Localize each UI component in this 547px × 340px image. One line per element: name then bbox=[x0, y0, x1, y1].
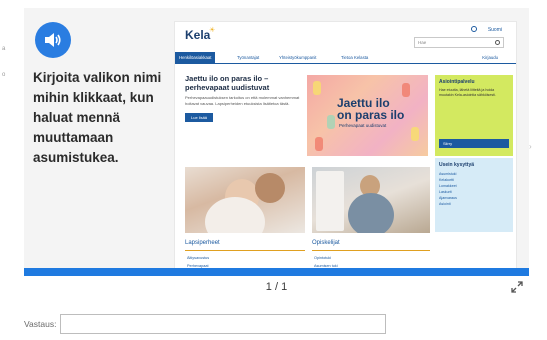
faq-card-title: Usein kysyttyä bbox=[439, 162, 475, 168]
pager: 1 / 1 bbox=[24, 276, 529, 298]
chevron-right-icon: › bbox=[529, 142, 532, 151]
nav-item-yhteistyokumppanit: Yhteistyökumppanit bbox=[279, 55, 317, 60]
section-link: Opintotuki bbox=[314, 256, 332, 260]
question-panel-overlay: Kela ☀ Suomi Hae Henkilöasiakkaat Työnan… bbox=[24, 8, 529, 297]
answer-input[interactable] bbox=[60, 314, 386, 334]
hero-image: Jaettu ilo on paras ilo Perhevapaat uudi… bbox=[307, 75, 428, 156]
kela-logo: Kela bbox=[185, 28, 211, 42]
nav-login: Kirjaudu bbox=[482, 55, 498, 60]
photo-shape bbox=[316, 171, 344, 231]
hero-deco bbox=[313, 81, 321, 95]
edge-mark: o bbox=[2, 72, 6, 78]
section-rule bbox=[185, 250, 305, 251]
site-nav: Henkilöasiakkaat Työnantajat Yhteistyöku… bbox=[175, 52, 516, 64]
photo-shape bbox=[255, 173, 285, 203]
hero-deco bbox=[327, 115, 335, 129]
service-card: Asiointipalvelu Hae etuutta, lähetä liit… bbox=[435, 75, 513, 156]
site-search-placeholder: Hae bbox=[418, 40, 427, 45]
service-card-button: Siirry bbox=[439, 139, 509, 148]
kela-screenshot: Kela ☀ Suomi Hae Henkilöasiakkaat Työnan… bbox=[174, 21, 517, 273]
hero-text: Jaettu ilo on paras ilo – perhevapaat uu… bbox=[185, 74, 307, 124]
sun-icon: ☀ bbox=[209, 27, 216, 34]
service-card-title: Asiointipalvelu bbox=[439, 79, 475, 85]
hero-deco bbox=[411, 127, 419, 141]
nav-item-henkiloasiakkaat: Henkilöasiakkaat bbox=[175, 52, 216, 64]
globe-icon bbox=[471, 26, 477, 32]
hero-image-subtitle: Perhevapaat uudistuvat bbox=[339, 123, 387, 128]
nav-item-tyonantajat: Työnantajat bbox=[237, 55, 260, 60]
section-title: Opiskelijat bbox=[312, 240, 340, 246]
section-link: Äitiysavustus bbox=[187, 256, 210, 260]
section-title: Lapsiperheet bbox=[185, 240, 220, 246]
section-rule bbox=[312, 250, 430, 251]
family-photo bbox=[185, 167, 305, 233]
photo-shape bbox=[348, 193, 394, 233]
hero-image-title-line: on paras ilo bbox=[337, 108, 405, 122]
expand-icon[interactable] bbox=[511, 281, 523, 293]
service-card-text: Hae etuutta, lähetä liitteitä ja hoida m… bbox=[439, 88, 496, 97]
progress-bar bbox=[24, 268, 529, 276]
hero-deco bbox=[402, 83, 410, 97]
answer-label: Vastaus: bbox=[24, 319, 57, 329]
nav-item-tietoa-kelasta: Tietoa Kelasta bbox=[341, 55, 369, 60]
edge-mark: a bbox=[2, 46, 6, 52]
hero-button: Lue lisää bbox=[185, 113, 214, 122]
hero-image-title: Jaettu ilo on paras ilo bbox=[337, 97, 404, 121]
faq-card: Usein kysyttyä Asumistuki Kelakortti Lom… bbox=[435, 158, 513, 232]
hero-body: Perhevapaauudistuksen tarkoitus on että … bbox=[185, 95, 300, 106]
language-selector: Suomi bbox=[487, 27, 502, 33]
hero-deco bbox=[315, 137, 323, 151]
hero-title: Jaettu ilo on paras ilo – perhevapaat uu… bbox=[185, 74, 270, 92]
site-search-field: Hae bbox=[414, 37, 504, 48]
quiz-stage: a o Kirjoita valikon nimi mihin klikkaat… bbox=[0, 0, 547, 340]
page-indicator: 1 / 1 bbox=[265, 281, 288, 293]
faq-link: Asiointi bbox=[439, 202, 451, 206]
student-photo bbox=[312, 167, 430, 233]
search-icon bbox=[495, 40, 500, 45]
faq-links: Asumistuki Kelakortti Lomakkeet Laskurit… bbox=[439, 171, 509, 207]
